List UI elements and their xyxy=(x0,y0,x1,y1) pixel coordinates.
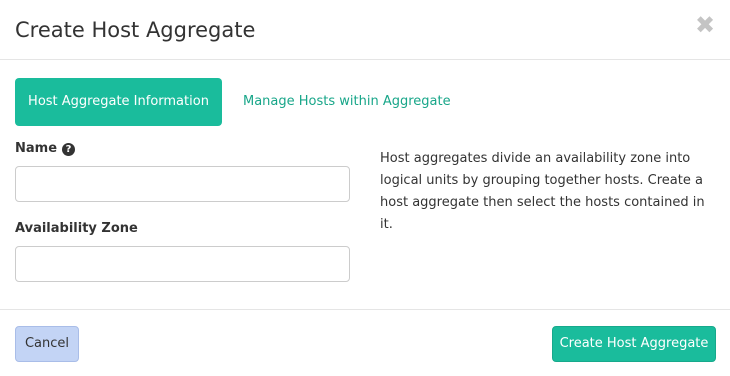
modal-title: Create Host Aggregate xyxy=(15,18,256,42)
question-circle-icon[interactable]: ? xyxy=(62,142,76,156)
name-label: Name ? xyxy=(15,140,350,158)
tab-host-aggregate-information[interactable]: Host Aggregate Information xyxy=(15,78,222,126)
create-host-aggregate-button[interactable]: Create Host Aggregate xyxy=(552,326,716,362)
help-text: Host aggregates divide an availability z… xyxy=(380,151,705,232)
name-input[interactable] xyxy=(15,166,350,202)
availability-zone-label: Availability Zone xyxy=(15,220,350,238)
tab-manage-hosts[interactable]: Manage Hosts within Aggregate xyxy=(243,78,451,126)
cancel-button[interactable]: Cancel xyxy=(15,326,79,362)
availability-zone-input[interactable] xyxy=(15,246,350,282)
availability-zone-label-text: Availability Zone xyxy=(15,221,138,236)
form-column: Name ? Availability Zone xyxy=(15,140,350,282)
create-host-aggregate-modal: Create Host Aggregate ✖ Host Aggregate I… xyxy=(0,0,730,376)
availability-zone-field-group: Availability Zone xyxy=(15,220,350,282)
close-icon[interactable]: ✖ xyxy=(694,13,716,37)
name-label-text: Name xyxy=(15,141,58,156)
name-field-group: Name ? xyxy=(15,140,350,202)
modal-footer: Cancel Create Host Aggregate xyxy=(0,309,730,376)
modal-header: Create Host Aggregate ✖ xyxy=(0,0,730,60)
